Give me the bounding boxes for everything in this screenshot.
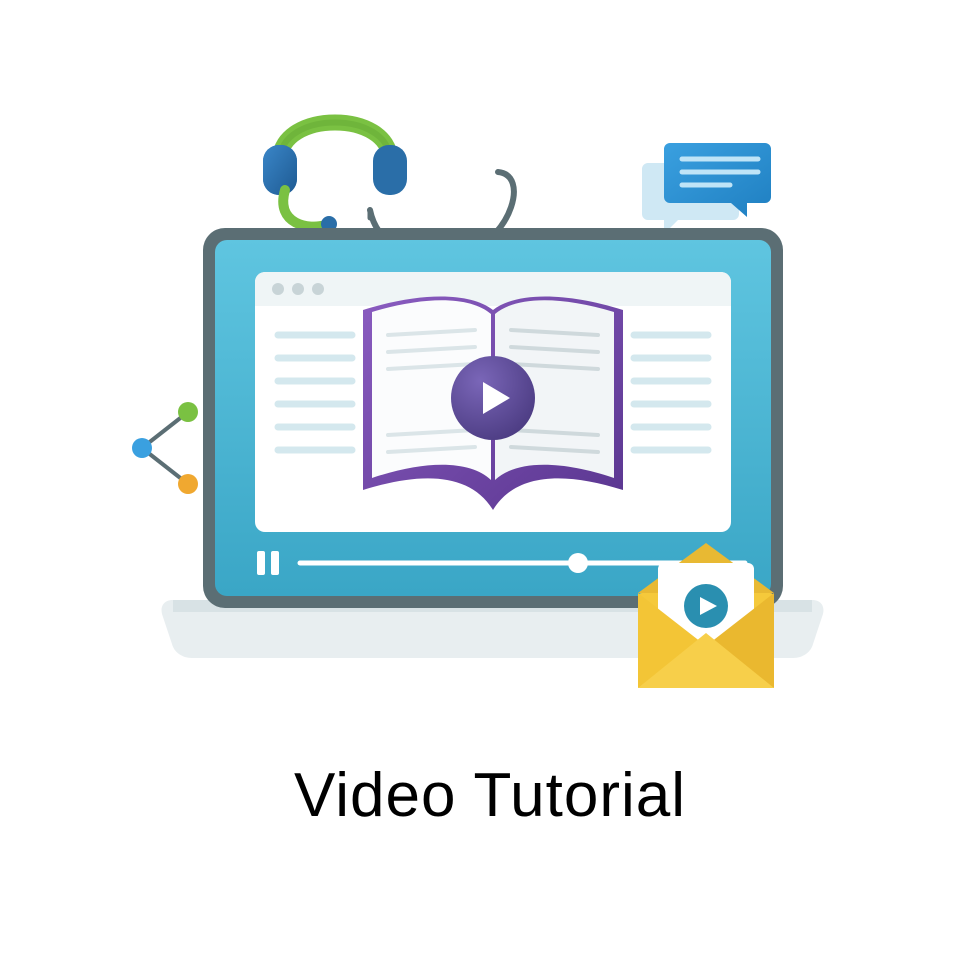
play-icon [684, 584, 728, 628]
caption-text: Video Tutorial [0, 760, 980, 831]
headphones-icon [263, 123, 407, 233]
play-icon [451, 356, 535, 440]
share-icon [132, 402, 198, 494]
chat-bubbles-icon [642, 143, 771, 234]
